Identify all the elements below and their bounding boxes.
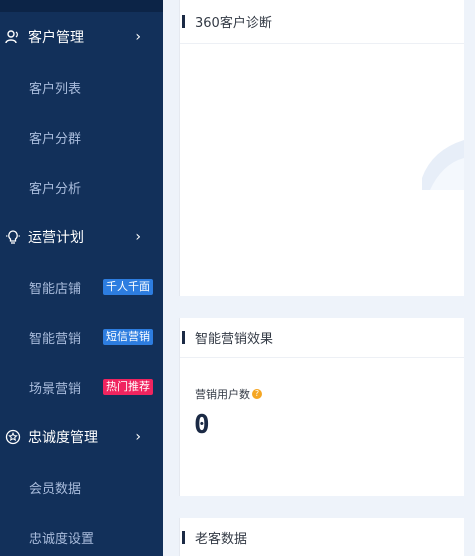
sidebar-item-label: 智能营销 — [29, 331, 82, 347]
sidebar-item-customer-segments[interactable]: 客户分群 — [0, 112, 163, 162]
panel-title-marker — [182, 530, 185, 544]
sidebar-group-label: 忠诚度管理 — [28, 430, 98, 446]
chevron-right-icon: › — [135, 429, 141, 445]
sidebar-item-smart-store[interactable]: 智能店铺 千人千面 — [0, 262, 163, 312]
panel-title: 360客户诊断 — [195, 16, 272, 31]
badge-hot-recommend: 热门推荐 — [103, 379, 153, 395]
sidebar-item-scene-marketing[interactable]: 场景营销 热门推荐 — [0, 362, 163, 412]
panel-header: 智能营销效果 — [180, 318, 464, 358]
badge-sms-marketing: 短信营销 — [103, 329, 153, 345]
sidebar-item-smart-marketing[interactable]: 智能营销 短信营销 — [0, 312, 163, 362]
sidebar-item-label: 客户列表 — [29, 81, 82, 97]
sidebar-group-label: 运营计划 — [28, 230, 84, 246]
users-icon — [4, 28, 22, 46]
bulb-icon — [4, 228, 22, 246]
main-content: 360客户诊断 智能营销效果 营销用户数 ? 0 老客数据 — [163, 0, 475, 556]
sidebar-item-customer-list[interactable]: 客户列表 — [0, 62, 163, 112]
sidebar-group-operation-plan[interactable]: 运营计划 › — [0, 212, 163, 262]
sidebar-item-label: 会员数据 — [29, 481, 82, 497]
sidebar: 客户管理 › 客户列表 客户分群 客户分析 运营计划 › 智能店铺 千人千面 智… — [0, 0, 163, 556]
stat-marketing-users: 营销用户数 ? — [195, 386, 262, 402]
star-badge-icon — [4, 428, 22, 446]
app-root: 客户管理 › 客户列表 客户分群 客户分析 运营计划 › 智能店铺 千人千面 智… — [0, 0, 475, 556]
chevron-right-icon: › — [135, 229, 141, 245]
sidebar-item-label: 忠诚度设置 — [29, 531, 95, 547]
panel-header: 老客数据 — [180, 518, 464, 556]
help-icon[interactable]: ? — [252, 389, 262, 399]
panel-smart-marketing-effect: 智能营销效果 营销用户数 ? 0 — [179, 318, 464, 496]
stat-label: 营销用户数 — [195, 388, 250, 401]
sidebar-top-strip — [0, 0, 163, 12]
sidebar-item-label: 场景营销 — [29, 381, 82, 397]
panel-title: 智能营销效果 — [195, 332, 274, 347]
badge-personalized: 千人千面 — [103, 279, 153, 295]
sidebar-group-label: 客户管理 — [28, 30, 84, 46]
sidebar-item-label: 客户分群 — [29, 131, 82, 147]
panel-title-marker — [182, 331, 185, 344]
panel-title: 老客数据 — [195, 531, 248, 547]
panel-customer-diagnosis: 360客户诊断 — [179, 0, 464, 296]
panel-title-marker — [182, 15, 185, 28]
sidebar-item-label: 智能店铺 — [29, 281, 82, 297]
panel-header: 360客户诊断 — [180, 0, 464, 44]
sidebar-item-member-data[interactable]: 会员数据 — [0, 462, 163, 512]
sidebar-item-label: 客户分析 — [29, 181, 82, 197]
sidebar-group-loyalty-management[interactable]: 忠诚度管理 › — [0, 412, 163, 462]
chevron-right-icon: › — [135, 29, 141, 45]
sidebar-group-customer-management[interactable]: 客户管理 › — [0, 12, 163, 62]
sidebar-item-loyalty-settings[interactable]: 忠诚度设置 — [0, 512, 163, 556]
sidebar-item-customer-analysis[interactable]: 客户分析 — [0, 162, 163, 212]
stat-value: 0 — [194, 410, 210, 440]
panel-returning-customers: 老客数据 — [179, 518, 464, 556]
illustration-shape — [422, 140, 464, 190]
